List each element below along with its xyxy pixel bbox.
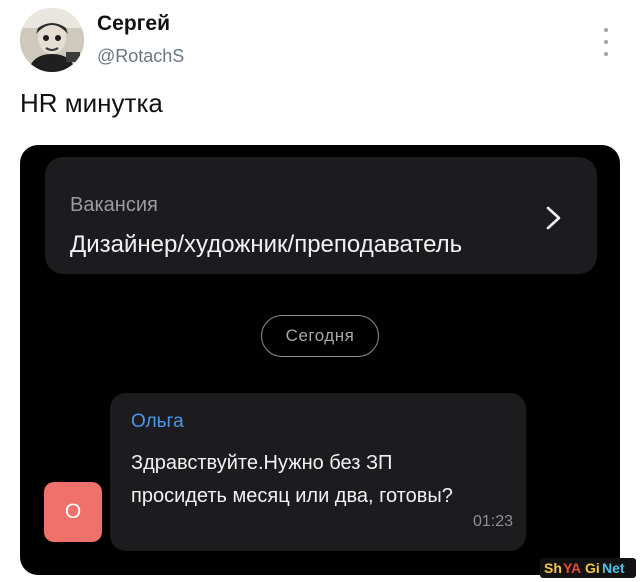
tweet-page: Сергей @RotachS HR минутка Вакансия Диза… [0,0,640,582]
author-handle[interactable]: @RotachS [97,46,184,67]
svg-text:Gi: Gi [585,560,600,576]
date-divider: Сегодня [261,315,379,357]
message-text-line: Здравствуйте.Нужно без ЗП [131,452,393,474]
chevron-right-icon [546,206,561,230]
author-avatar[interactable] [20,8,84,72]
vacancy-card[interactable]: Вакансия Дизайнер/художник/преподаватель [45,157,597,274]
author-name[interactable]: Сергей [97,12,170,36]
message-sender-name: Ольга [131,411,184,432]
post-text: HR минутка [20,88,163,118]
more-options-button[interactable] [596,24,616,60]
more-vertical-icon [604,28,608,32]
avatar-photo [20,8,84,72]
message-time: 01:23 [472,513,513,530]
vacancy-title: Дизайнер/художник/преподаватель [70,231,463,258]
sender-avatar[interactable]: О [44,482,102,542]
message-text-line: просидеть месяц или два, готовы? [131,485,453,507]
watermark-logo: Sh YA Gi Net [540,558,636,578]
svg-text:YA: YA [563,560,581,576]
svg-text:Net: Net [602,560,625,576]
svg-text:Sh: Sh [544,560,562,576]
chat-screenshot[interactable]: Вакансия Дизайнер/художник/преподаватель… [20,145,620,575]
watermark-logo-image: Sh YA Gi Net [544,560,625,576]
message-bubble[interactable]: Ольга Здравствуйте.Нужно без ЗП просидет… [110,393,526,551]
vacancy-label: Вакансия [70,194,158,216]
message-text: Здравствуйте.Нужно без ЗП просидеть меся… [131,447,516,513]
